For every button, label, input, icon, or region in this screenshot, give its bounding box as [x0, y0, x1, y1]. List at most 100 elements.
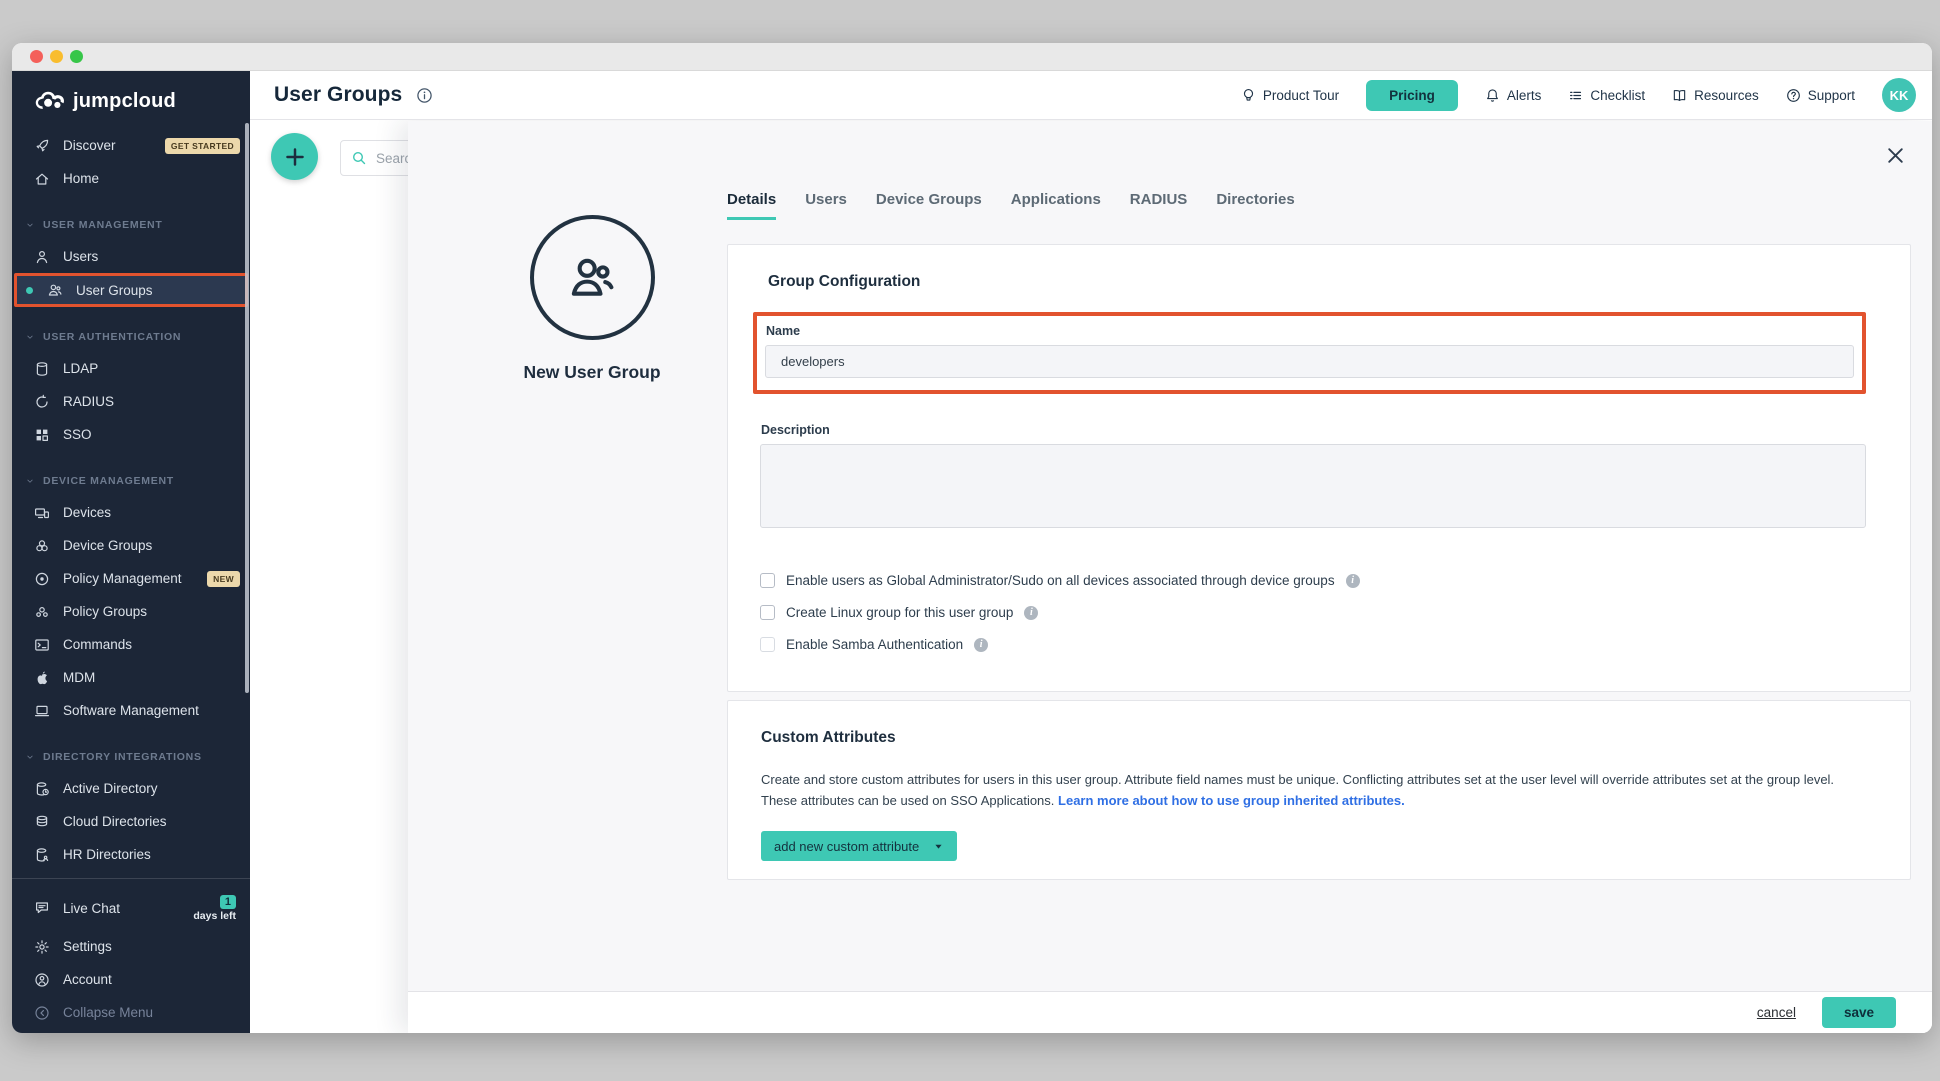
- tab-applications[interactable]: Applications: [1011, 191, 1101, 220]
- checkbox-row[interactable]: Enable users as Global Administrator/Sud…: [760, 573, 1866, 588]
- pricing-button[interactable]: Pricing: [1366, 80, 1458, 111]
- sidebar-section-device-management[interactable]: DEVICE MANAGEMENT: [12, 466, 250, 496]
- sidebar-scrollbar[interactable]: [245, 123, 249, 693]
- sidebar-item-devices[interactable]: Devices: [12, 496, 250, 529]
- sidebar-item-settings[interactable]: Settings: [12, 930, 250, 963]
- group-description-textarea[interactable]: [760, 444, 1866, 528]
- checkbox-row[interactable]: Create Linux group for this user groupi: [760, 605, 1866, 620]
- checklist-icon: [1568, 88, 1583, 103]
- user-icon: [34, 249, 50, 265]
- sidebar-section-user-authentication[interactable]: USER AUTHENTICATION: [12, 322, 250, 352]
- page-header: User Groups Product Tour Pricing Alerts: [250, 71, 1932, 120]
- badge: GET STARTED: [165, 138, 240, 154]
- sidebar-section-user-management[interactable]: USER MANAGEMENT: [12, 210, 250, 240]
- search-icon: [351, 150, 367, 166]
- alerts-button[interactable]: Alerts: [1485, 88, 1542, 103]
- new-user-group-label: New User Group: [492, 362, 692, 383]
- sidebar-item-commands[interactable]: Commands: [12, 628, 250, 661]
- gear-icon: [34, 939, 50, 955]
- minimize-window-button[interactable]: [50, 50, 63, 63]
- sidebar-item-software-management[interactable]: Software Management: [12, 694, 250, 727]
- apple-icon: [34, 670, 50, 686]
- sidebar: jumpcloud DiscoverGET STARTEDHome USER MA…: [12, 71, 250, 1033]
- checkbox-row[interactable]: Enable Samba Authenticationi: [760, 637, 1866, 652]
- learn-more-link[interactable]: Learn more about how to use group inheri…: [1058, 793, 1405, 808]
- sidebar-nav: DiscoverGET STARTEDHomeUSER MANAGEMENTUs…: [12, 123, 250, 878]
- support-button[interactable]: Support: [1786, 88, 1855, 103]
- sidebar-item-policy-management[interactable]: Policy ManagementNEW: [12, 562, 250, 595]
- sidebar-item-radius[interactable]: RADIUS: [12, 385, 250, 418]
- sidebar-item-mdm[interactable]: MDM: [12, 661, 250, 694]
- collapse-arrow-icon: [34, 1005, 50, 1021]
- group-options: Enable users as Global Administrator/Sud…: [760, 573, 1866, 652]
- close-window-button[interactable]: [30, 50, 43, 63]
- sidebar-item-user-groups[interactable]: User Groups: [14, 273, 248, 307]
- chevron-down-icon: [25, 220, 35, 230]
- info-icon[interactable]: [416, 87, 433, 104]
- user-group-icon: [563, 249, 621, 307]
- tab-users[interactable]: Users: [805, 191, 847, 220]
- save-button[interactable]: save: [1822, 997, 1896, 1028]
- panel-tabs: Details Users Device Groups Applications RAD…: [727, 191, 1911, 220]
- checklist-button[interactable]: Checklist: [1568, 88, 1645, 103]
- custom-attributes-description: Create and store custom attributes for u…: [761, 769, 1841, 811]
- custom-attributes-heading: Custom Attributes: [761, 729, 1866, 747]
- sidebar-item-hr-directories[interactable]: HR Directories: [12, 838, 250, 871]
- user-group-icon: [47, 282, 63, 298]
- caret-down-icon: [933, 841, 944, 852]
- book-icon: [1672, 88, 1687, 103]
- tab-directories[interactable]: Directories: [1216, 191, 1294, 220]
- info-icon[interactable]: i: [974, 638, 988, 652]
- sidebar-item-account[interactable]: Account: [12, 963, 250, 996]
- sidebar-item-collapse-menu[interactable]: Collapse Menu: [12, 996, 250, 1029]
- add-custom-attribute-button[interactable]: add new custom attribute: [761, 831, 957, 861]
- checkbox[interactable]: [760, 605, 775, 620]
- cancel-button[interactable]: cancel: [1757, 1005, 1796, 1020]
- sidebar-item-home[interactable]: Home: [12, 162, 250, 195]
- resources-button[interactable]: Resources: [1672, 88, 1759, 103]
- app-window: jumpcloud DiscoverGET STARTEDHome USER MA…: [12, 43, 1932, 1033]
- sidebar-item-discover[interactable]: DiscoverGET STARTED: [12, 129, 250, 162]
- tour-balloon-icon: [1241, 88, 1256, 103]
- description-label: Description: [761, 423, 1866, 437]
- sidebar-item-active-directory[interactable]: Active Directory: [12, 772, 250, 805]
- sidebar-bottom-nav: Live Chat1days leftSettingsAccountCollap…: [12, 878, 250, 1033]
- sidebar-section-directory-integrations[interactable]: DIRECTORY INTEGRATIONS: [12, 742, 250, 772]
- group-name-input[interactable]: [765, 345, 1854, 378]
- checkbox[interactable]: [760, 637, 775, 652]
- group-configuration-card: Group Configuration Name Description Ena…: [727, 244, 1911, 692]
- sidebar-item-ldap[interactable]: LDAP: [12, 352, 250, 385]
- tab-radius[interactable]: RADIUS: [1130, 191, 1188, 220]
- rocket-icon: [34, 138, 50, 154]
- chat-icon: [34, 900, 50, 916]
- policy-icon: [34, 571, 50, 587]
- sidebar-item-device-groups[interactable]: Device Groups: [12, 529, 250, 562]
- badge: NEW: [207, 571, 240, 587]
- user-avatar[interactable]: KK: [1882, 78, 1916, 112]
- info-icon[interactable]: i: [1346, 574, 1360, 588]
- add-user-group-button[interactable]: [271, 133, 318, 180]
- product-tour-button[interactable]: Product Tour: [1241, 88, 1339, 103]
- radius-dial-icon: [34, 394, 50, 410]
- checkbox[interactable]: [760, 573, 775, 588]
- window-titlebar: [12, 43, 1932, 71]
- sidebar-item-cloud-directories[interactable]: Cloud Directories: [12, 805, 250, 838]
- page-title: User Groups: [274, 83, 402, 107]
- sidebar-item-policy-groups[interactable]: Policy Groups: [12, 595, 250, 628]
- zoom-window-button[interactable]: [70, 50, 83, 63]
- hr-directory-icon: [34, 847, 50, 863]
- sidebar-item-sso[interactable]: SSO: [12, 418, 250, 451]
- sidebar-item-live-chat[interactable]: Live Chat1days left: [12, 886, 250, 930]
- info-icon[interactable]: i: [1024, 606, 1038, 620]
- tab-details[interactable]: Details: [727, 191, 776, 220]
- new-user-group-panel: New User Group Details Users Device Groups…: [408, 121, 1932, 1033]
- days-left-badge: 1: [220, 895, 236, 909]
- app-grid-icon: [34, 427, 50, 443]
- jumpcloud-logo[interactable]: jumpcloud: [12, 71, 250, 123]
- sidebar-item-users[interactable]: Users: [12, 240, 250, 273]
- trial-countdown: 1days left: [193, 895, 236, 922]
- tab-device-groups[interactable]: Device Groups: [876, 191, 982, 220]
- active-dot: [26, 287, 33, 294]
- cloud-logo-icon: [34, 91, 64, 111]
- group-avatar-circle: [530, 215, 655, 340]
